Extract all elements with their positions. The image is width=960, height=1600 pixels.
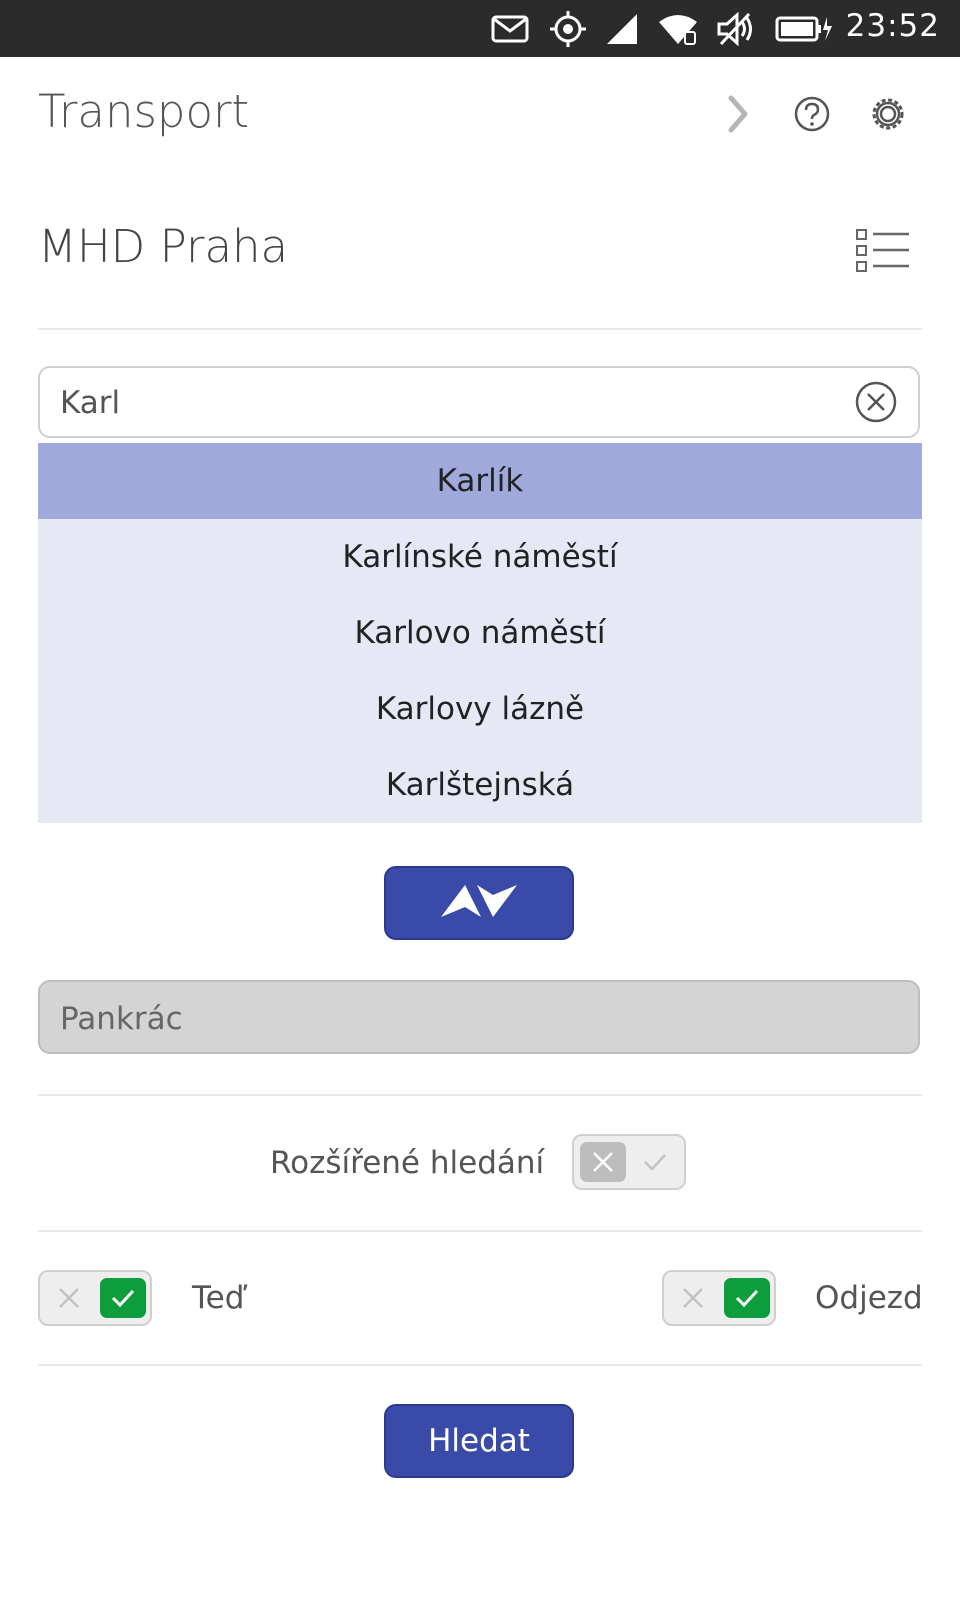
suggestion-item[interactable]: Karlovo náměstí [38, 595, 922, 671]
close-icon [580, 1142, 626, 1182]
check-icon [724, 1278, 770, 1318]
now-toggle[interactable] [38, 1270, 152, 1326]
divider [38, 1094, 922, 1096]
divider [38, 1364, 922, 1366]
from-stop-input[interactable] [58, 378, 842, 428]
suggestion-item[interactable]: Karlínské náměstí [38, 519, 922, 595]
list-icon[interactable] [855, 228, 911, 274]
advanced-search-toggle[interactable] [572, 1134, 686, 1190]
departure-toggle[interactable] [662, 1270, 776, 1326]
advanced-search-label: Rozšířené hledání [270, 1145, 545, 1181]
suggestion-item[interactable]: Karlík [38, 443, 922, 519]
divider [38, 328, 922, 330]
to-stop-input[interactable] [58, 994, 882, 1044]
now-label: Teď [192, 1280, 245, 1316]
location-icon [548, 10, 588, 48]
battery-charging-icon [774, 10, 834, 48]
chevron-right-icon[interactable] [716, 92, 760, 136]
swap-button[interactable] [384, 866, 574, 940]
search-button[interactable]: Hledat [384, 1404, 574, 1478]
suggestion-item[interactable]: Karlovy lázně [38, 671, 922, 747]
close-icon [46, 1278, 92, 1318]
close-icon [670, 1278, 716, 1318]
mail-icon [490, 10, 530, 48]
help-icon[interactable] [790, 92, 834, 136]
settings-icon[interactable] [866, 92, 910, 136]
suggestion-item[interactable]: Karlštejnská [38, 747, 922, 823]
app-title: Transport [38, 85, 250, 138]
suggestion-list: Karlík Karlínské náměstí Karlovo náměstí… [38, 443, 922, 823]
section-title: MHD Praha [38, 220, 289, 273]
check-icon [100, 1278, 146, 1318]
swap-icon [439, 881, 519, 925]
status-bar: 23:52 [0, 0, 960, 57]
to-stop-field[interactable] [38, 980, 920, 1054]
signal-icon [604, 10, 640, 48]
departure-label: Odjezd [815, 1280, 923, 1316]
divider [38, 1230, 922, 1232]
from-stop-field[interactable] [38, 366, 920, 438]
check-icon [632, 1142, 678, 1182]
wifi-icon [656, 10, 700, 48]
clear-icon[interactable] [854, 380, 898, 424]
status-time: 23:52 [845, 8, 940, 44]
mute-icon [716, 10, 756, 48]
